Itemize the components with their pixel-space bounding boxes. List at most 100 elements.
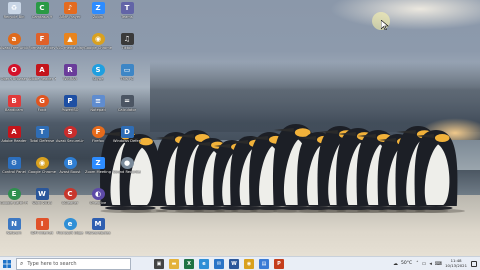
desktop-icon[interactable]: C Camtasia 9	[28, 0, 56, 30]
desktop-icon[interactable]: ◉ Google Chrome	[28, 155, 56, 185]
desktop-icon-label: Avast SecureLine	[56, 139, 84, 143]
desktop-icon[interactable]: Z Zoom Meeting	[84, 155, 112, 185]
calculator-icon: =	[120, 95, 134, 107]
desktop-icon-label: Google Chrome	[28, 170, 56, 174]
desktop-icon-label: Google Chrome	[84, 46, 112, 50]
desktop-icon-label: Adobe Reader	[1, 139, 27, 143]
desktop-icon[interactable]: T Total Defense	[28, 124, 56, 154]
desktop-icon[interactable]: G Foxit	[28, 93, 56, 123]
desktop-icon[interactable]: ♻ Recycle Bin	[0, 0, 28, 30]
desktop-icon-label: Malwarebytes	[85, 231, 111, 235]
desktop-icon[interactable]: C CCleaner	[56, 186, 84, 216]
desktop-icon-label: Calculator	[117, 108, 137, 112]
desktop-icon-label: Control Panel	[2, 170, 26, 174]
notepad-icon: ≡	[91, 95, 105, 107]
desktop-icon[interactable]: S Skype	[84, 62, 112, 92]
desktop-icon-label: Recycle Bin	[3, 15, 25, 19]
chrome-taskbar-icon[interactable]: ◉	[244, 258, 254, 269]
desktop-icon-label: IDM Internet	[30, 231, 54, 235]
poweriso-icon: P	[63, 95, 77, 107]
desktop-icon[interactable]: F Format Factory	[28, 31, 56, 61]
desktop-icon[interactable]: = Calculator	[113, 93, 141, 123]
start-button[interactable]	[0, 257, 14, 270]
powerpoint-icon[interactable]: P	[274, 258, 284, 269]
onedrive-icon: ◐	[91, 188, 105, 200]
task-view-icon[interactable]: ▣	[154, 258, 164, 269]
desktop-icon[interactable]: B Bandicam	[0, 93, 28, 123]
desktop-icon-label: AIMP Player	[59, 15, 81, 19]
volume-icon[interactable]: ◂	[429, 261, 432, 267]
desktop-icon[interactable]: ◐ Onedrive	[84, 186, 112, 216]
temperature-readout[interactable]: 50°C	[401, 261, 412, 266]
desktop-icon[interactable]: M Malwarebytes	[84, 216, 112, 246]
defender-icon: D	[120, 126, 134, 138]
desktop-icon[interactable]: T Teams	[113, 0, 141, 30]
taskbar-clock[interactable]: 11:48 10/13/2021	[445, 258, 467, 268]
word-taskbar-icon[interactable]: W	[229, 258, 239, 269]
desktop-icon[interactable]: N Network	[0, 216, 28, 246]
desktop-icon[interactable]: B Avast Boost	[56, 155, 84, 185]
language-icon[interactable]: ⌨	[435, 261, 442, 267]
desktop-icon[interactable]: E Google Earth Pro	[0, 186, 28, 216]
store-icon[interactable]: ▤	[259, 258, 269, 269]
desktop-icon[interactable]: S Avast SecureLine	[56, 124, 84, 154]
desktop-icon[interactable]: ♫ Tiktok	[113, 31, 141, 61]
mail-icon[interactable]: ✉	[214, 258, 224, 269]
desktop-icon[interactable]: A Adobe Reader XI	[28, 62, 56, 92]
chevron-up-icon[interactable]: ˄	[416, 261, 419, 267]
zoom-icon: Z	[91, 2, 105, 14]
desktop-icon-label: CCleaner	[61, 201, 79, 205]
desktop-icon[interactable]: P PowerISO	[56, 93, 84, 123]
desktop-icon-label: Avast Free Antivirus	[0, 46, 28, 50]
desktop-icon-label: Word 2013	[32, 201, 52, 205]
firefox-icon: F	[91, 126, 105, 138]
desktop-icon[interactable]: A Adobe Reader	[0, 124, 28, 154]
desktop-icon[interactable]: ▲VLC media player	[56, 31, 84, 61]
google-earth-icon: E	[7, 188, 21, 200]
pdf-reader-icon: A	[7, 126, 21, 138]
desktop-icon[interactable]: ♪ AIMP Player	[56, 0, 84, 30]
desktop-icon-label: Firefox	[92, 139, 104, 143]
desktop-icon-label: Skype	[92, 77, 104, 81]
desktop-icon[interactable]: W Word 2013	[28, 186, 56, 216]
desktop-icon-label: WinRAR	[62, 77, 78, 81]
desktop-icon[interactable]: R WinRAR	[56, 62, 84, 92]
desktop-icon[interactable]: ⚙ Control Panel	[0, 155, 28, 185]
defense-icon: T	[35, 126, 49, 138]
tiktok-icon: ♫	[120, 33, 134, 45]
desktop-icon[interactable]: DWindows Defender	[113, 124, 141, 154]
teams-icon: T	[120, 2, 134, 14]
network-status-icon[interactable]: ▭	[422, 261, 427, 267]
desktop-icon-label: VLC media player	[56, 46, 84, 50]
opera-icon: O	[7, 64, 21, 76]
notification-center-icon[interactable]	[471, 260, 477, 267]
search-placeholder: Type here to search	[27, 260, 77, 267]
desktop-icon[interactable]: ≡ Notepad	[84, 93, 112, 123]
taskbar-search-box[interactable]: ⌕ Type here to search	[16, 257, 131, 270]
desktop-icon[interactable]: I IDM Internet	[28, 216, 56, 246]
desktop-icon-label: Network	[6, 231, 22, 235]
edge-taskbar-icon[interactable]: e	[199, 258, 209, 269]
desktop-icon-label: Foxit	[37, 108, 47, 112]
word-icon: W	[35, 188, 49, 200]
desktop-icon[interactable]: ◉ Google Chrome	[84, 31, 112, 61]
weather-icon[interactable]: ☁	[393, 261, 398, 267]
excel-icon[interactable]: X	[184, 258, 194, 269]
desktop: ♻Recycle BinaAvast Free AntivirusOOpera …	[0, 0, 480, 256]
desktop-icon-label: Adobe Reader XI	[28, 77, 56, 81]
clock-date: 10/13/2021	[445, 262, 467, 268]
desktop-icon[interactable]: O Opera Browser	[0, 62, 28, 92]
desktop-icon[interactable]: ▭ This PC	[113, 62, 141, 92]
recorder-icon: ●	[120, 157, 134, 169]
desktop-icon[interactable]: Z Zoom	[84, 0, 112, 30]
file-explorer-icon[interactable]: ▬	[169, 258, 179, 269]
network-icon: N	[7, 218, 21, 230]
desktop-icon[interactable]: aAvast Free Antivirus	[0, 31, 28, 61]
desktop-icon[interactable]: ● Sound Recorder	[113, 155, 141, 185]
ccleaner-icon: C	[63, 188, 77, 200]
search-icon: ⌕	[20, 259, 24, 267]
desktop-icon-label: Notepad	[90, 108, 106, 112]
chrome-icon-2: ◉	[91, 33, 105, 45]
desktop-icon[interactable]: e Microsoft Edge	[56, 216, 84, 246]
desktop-icon[interactable]: F Firefox	[84, 124, 112, 154]
